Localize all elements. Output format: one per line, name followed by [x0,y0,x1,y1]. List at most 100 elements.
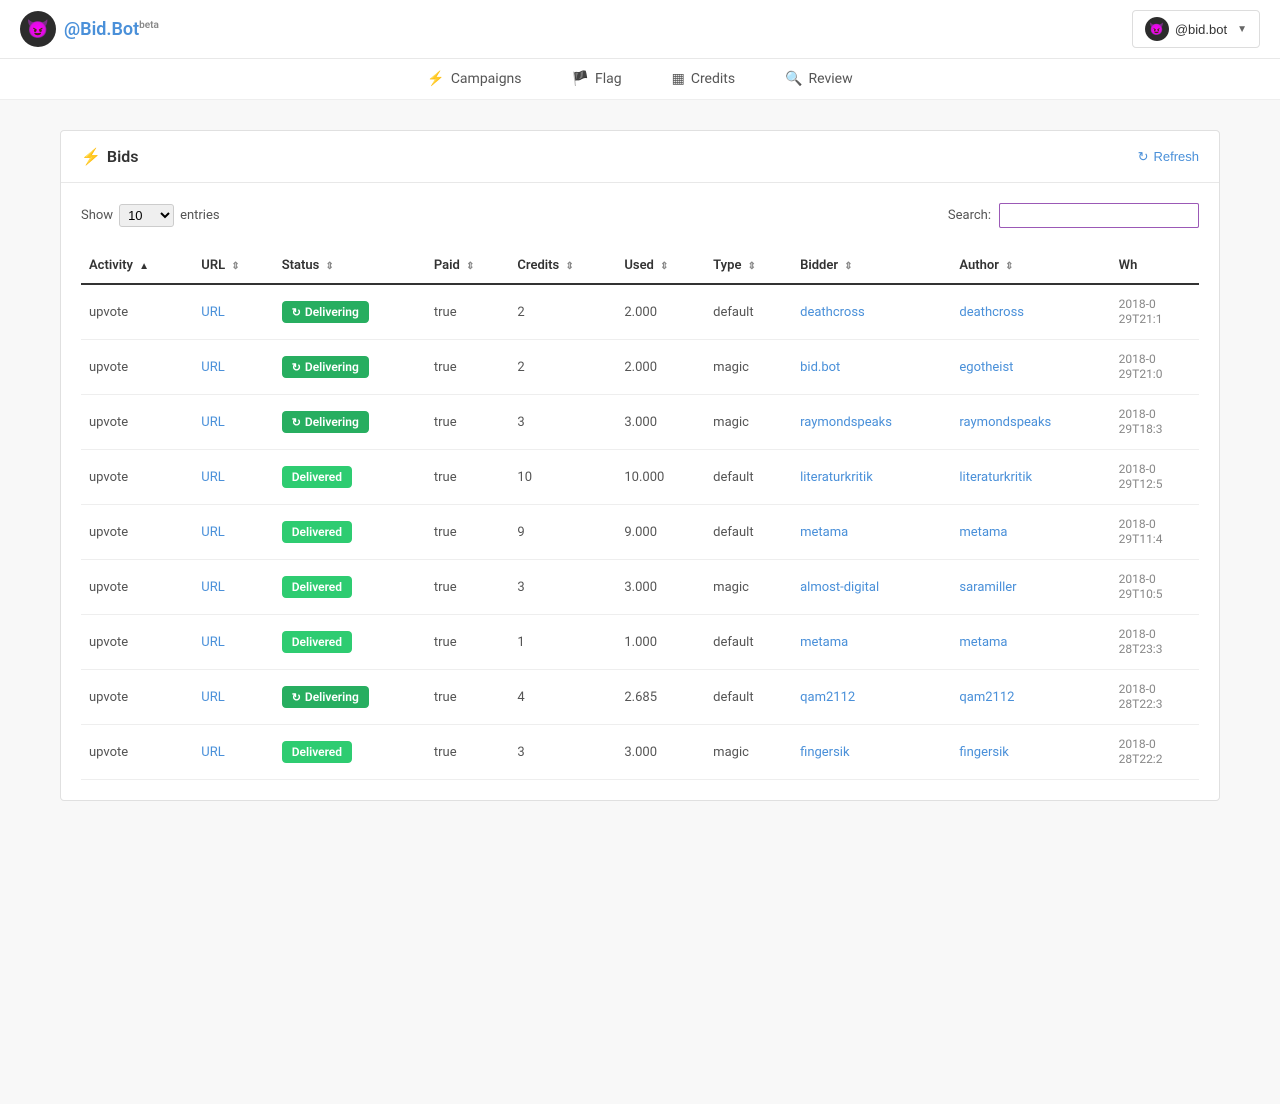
cell-when: 2018-029T11:4 [1111,505,1199,560]
table-row: upvote URL ↻ Delivering true 2 2.000 mag… [81,340,1199,395]
cell-used: 2.000 [616,284,705,340]
col-credits[interactable]: Credits ⇕ [509,248,616,284]
col-bidder[interactable]: Bidder ⇕ [792,248,951,284]
author-link[interactable]: qam2112 [959,690,1014,705]
table-row: upvote URL ↻ Delivering true 2 2.000 def… [81,284,1199,340]
url-link[interactable]: URL [201,635,224,650]
col-when[interactable]: Wh [1111,248,1199,284]
cell-url[interactable]: URL [193,450,273,505]
user-emoji: 😈 [1149,22,1164,36]
cell-author[interactable]: metama [951,615,1110,670]
cell-used: 2.685 [616,670,705,725]
col-url[interactable]: URL ⇕ [193,248,273,284]
logo-beta: beta [139,20,159,31]
table-row: upvote URL ↻ Delivering true 3 3.000 mag… [81,395,1199,450]
bidder-link[interactable]: fingersik [800,745,849,760]
cell-author[interactable]: deathcross [951,284,1110,340]
col-paid[interactable]: Paid ⇕ [426,248,510,284]
credits-icon: ▦ [672,71,685,87]
bidder-link[interactable]: literaturkritik [800,470,873,485]
cell-author[interactable]: egotheist [951,340,1110,395]
bidder-link[interactable]: metama [800,635,848,650]
cell-url[interactable]: URL [193,670,273,725]
url-link[interactable]: URL [201,745,224,760]
cell-author[interactable]: saramiller [951,560,1110,615]
bidder-link[interactable]: bid.bot [800,360,840,375]
url-link[interactable]: URL [201,470,224,485]
cell-bidder[interactable]: qam2112 [792,670,951,725]
author-link[interactable]: egotheist [959,360,1013,375]
cell-url[interactable]: URL [193,284,273,340]
nav-credits-label: Credits [691,71,735,87]
cell-url[interactable]: URL [193,505,273,560]
bidder-link[interactable]: almost-digital [800,580,879,595]
cell-bidder[interactable]: deathcross [792,284,951,340]
author-link[interactable]: raymondspeaks [959,415,1051,430]
bidder-link[interactable]: qam2112 [800,690,855,705]
author-link[interactable]: metama [959,635,1007,650]
bidder-link[interactable]: metama [800,525,848,540]
logo-icon: 😈 [20,11,56,47]
timestamp: 2018-029T21:1 [1119,297,1163,326]
cell-activity: upvote [81,450,193,505]
col-status[interactable]: Status ⇕ [274,248,426,284]
cell-bidder[interactable]: metama [792,505,951,560]
url-link[interactable]: URL [201,305,224,320]
bidder-link[interactable]: raymondspeaks [800,415,892,430]
cell-paid: true [426,284,510,340]
url-link[interactable]: URL [201,690,224,705]
nav-flag[interactable]: 🏴 Flag [572,71,622,87]
table-row: upvote URL Delivered true 3 3.000 magic … [81,725,1199,780]
author-link[interactable]: metama [959,525,1007,540]
bids-table: Activity ▲ URL ⇕ Status ⇕ Paid ⇕ [81,248,1199,780]
cell-bidder[interactable]: literaturkritik [792,450,951,505]
refresh-button[interactable]: ↻ Refresh [1138,149,1199,165]
url-link[interactable]: URL [201,415,224,430]
cell-url[interactable]: URL [193,340,273,395]
cell-author[interactable]: literaturkritik [951,450,1110,505]
status-badge: ↻ Delivering [282,411,369,433]
bidder-link[interactable]: deathcross [800,305,865,320]
cell-url[interactable]: URL [193,560,273,615]
cell-author[interactable]: metama [951,505,1110,560]
cell-type: magic [705,560,792,615]
cell-bidder[interactable]: bid.bot [792,340,951,395]
cell-author[interactable]: raymondspeaks [951,395,1110,450]
author-link[interactable]: fingersik [959,745,1008,760]
col-activity[interactable]: Activity ▲ [81,248,193,284]
col-used[interactable]: Used ⇕ [616,248,705,284]
col-author[interactable]: Author ⇕ [951,248,1110,284]
nav-review[interactable]: 🔍 Review [785,71,853,87]
cell-bidder[interactable]: fingersik [792,725,951,780]
entries-select[interactable]: 10 25 50 100 [119,204,174,227]
cell-author[interactable]: fingersik [951,725,1110,780]
user-menu-button[interactable]: 😈 @bid.bot ▼ [1132,10,1260,48]
search-input[interactable] [999,203,1199,228]
url-link[interactable]: URL [201,360,224,375]
cell-activity: upvote [81,505,193,560]
nav-credits[interactable]: ▦ Credits [672,71,736,87]
cell-bidder[interactable]: almost-digital [792,560,951,615]
cell-url[interactable]: URL [193,615,273,670]
url-link[interactable]: URL [201,525,224,540]
cell-url[interactable]: URL [193,725,273,780]
col-type[interactable]: Type ⇕ [705,248,792,284]
cell-type: default [705,505,792,560]
cell-credits: 3 [509,725,616,780]
cell-when: 2018-029T21:0 [1111,340,1199,395]
timestamp: 2018-028T22:2 [1119,737,1163,766]
author-link[interactable]: literaturkritik [959,470,1032,485]
cell-url[interactable]: URL [193,395,273,450]
cell-paid: true [426,560,510,615]
cell-used: 2.000 [616,340,705,395]
cell-status: Delivered [274,505,426,560]
cell-bidder[interactable]: metama [792,615,951,670]
author-link[interactable]: saramiller [959,580,1016,595]
cell-author[interactable]: qam2112 [951,670,1110,725]
url-link[interactable]: URL [201,580,224,595]
cell-type: default [705,670,792,725]
cell-bidder[interactable]: raymondspeaks [792,395,951,450]
author-link[interactable]: deathcross [959,305,1024,320]
nav-campaigns[interactable]: ⚡ Campaigns [427,71,521,87]
cell-status: ↻ Delivering [274,395,426,450]
